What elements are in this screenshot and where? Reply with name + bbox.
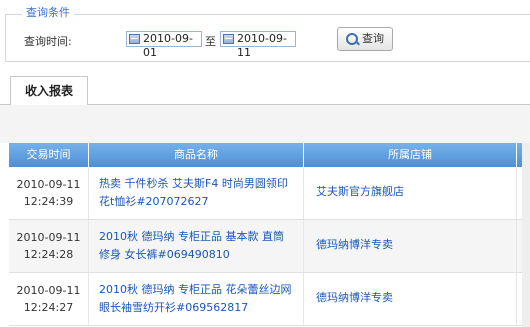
tab-toolbar <box>0 105 530 143</box>
trade-clock: 12:24:27 <box>23 301 74 314</box>
query-button-label: 查询 <box>362 32 384 45</box>
calendar-icon[interactable] <box>129 34 140 44</box>
goods-link[interactable]: 2010秋 德玛纳 专柜正品 基本款 直筒 修身 女长裤#069490810 <box>89 220 304 272</box>
table-row: 2010-09-11 12:24:28 2010秋 德玛纳 专柜正品 基本款 直… <box>9 220 530 273</box>
start-date-input[interactable]: 2010-09-01 <box>126 31 202 59</box>
shop-link[interactable]: 艾夫斯官方旗舰店 <box>304 167 517 219</box>
goods-link[interactable]: 2010秋 德玛纳 专柜正品 花朵蕾丝边网眼长袖雪纺开衫#069562817 <box>89 273 304 325</box>
trade-time-cell: 2010-09-11 12:24:28 <box>9 220 89 272</box>
query-button[interactable]: 查询 <box>337 27 393 51</box>
trade-time-cell: 2010-09-11 12:24:39 <box>9 167 89 219</box>
query-legend: 查询条件 <box>22 6 74 20</box>
shop-link[interactable]: 德玛纳博洋专卖 <box>304 220 517 272</box>
table-row: 2010-09-11 12:24:27 2010秋 德玛纳 专柜正品 花朵蕾丝边… <box>9 273 530 326</box>
table-header: 交易时间 商品名称 所属店铺 <box>9 143 530 167</box>
scrollbar[interactable] <box>522 143 530 327</box>
column-header-time[interactable]: 交易时间 <box>9 143 89 167</box>
goods-link[interactable]: 热卖 千件秒杀 艾夫斯F4 时尚男圆领印花t恤衫#207072627 <box>89 167 304 219</box>
to-label: 至 <box>205 35 216 48</box>
trade-clock: 12:24:39 <box>23 195 74 208</box>
table-row: 2010-09-11 12:24:39 热卖 千件秒杀 艾夫斯F4 时尚男圆领印… <box>9 167 530 220</box>
shop-link[interactable]: 德玛纳博洋专卖 <box>304 273 517 325</box>
trade-clock: 12:24:28 <box>23 248 74 261</box>
tab-income-report[interactable]: 收入报表 <box>10 76 88 105</box>
column-header-goods[interactable]: 商品名称 <box>89 143 304 167</box>
trade-time-cell: 2010-09-11 12:24:27 <box>9 273 89 325</box>
query-time-label: 查询时间: <box>24 35 72 48</box>
trade-date: 2010-09-11 <box>16 231 81 244</box>
trade-date: 2010-09-11 <box>16 178 81 191</box>
trade-date: 2010-09-11 <box>16 284 81 297</box>
column-header-shop[interactable]: 所属店铺 <box>304 143 517 167</box>
end-date-input[interactable]: 2010-09-11 <box>220 31 296 59</box>
calendar-icon[interactable] <box>223 34 234 44</box>
